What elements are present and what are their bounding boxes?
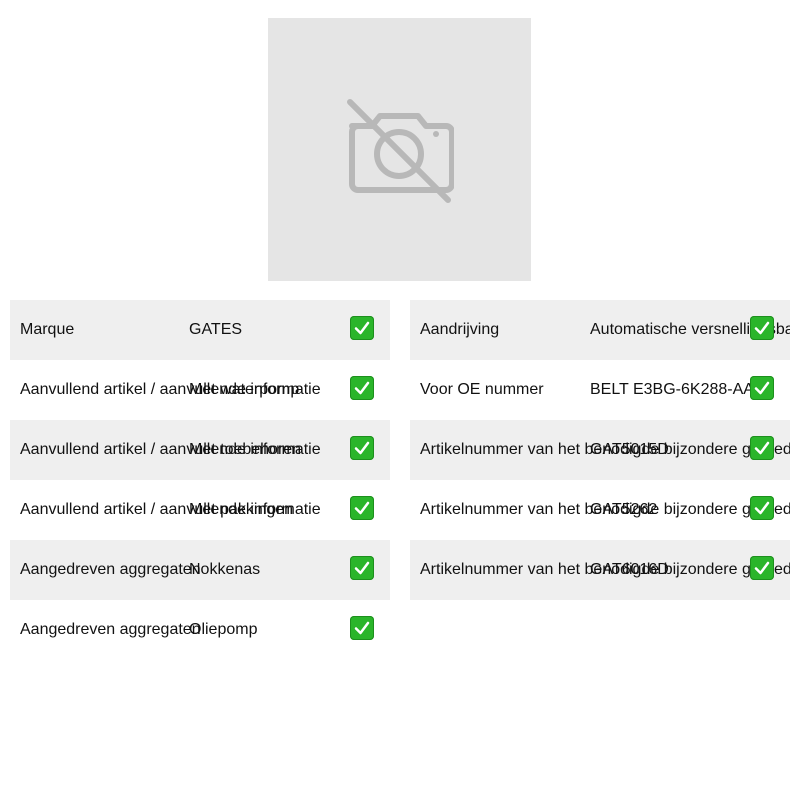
check-icon bbox=[350, 496, 374, 520]
spec-label: Marque bbox=[20, 321, 75, 338]
spec-label: Aangedreven aggregaten bbox=[20, 561, 201, 578]
spec-value: Met waterpomp bbox=[189, 381, 300, 398]
check-icon bbox=[350, 376, 374, 400]
check-icon bbox=[750, 496, 774, 520]
spec-row: Aangedreven aggregaten Nokkenas bbox=[10, 540, 390, 600]
check-icon bbox=[350, 316, 374, 340]
check-icon bbox=[750, 376, 774, 400]
spec-value: BELT E3BG-6K288-AA bbox=[590, 381, 754, 398]
spec-label: Voor OE nummer bbox=[420, 381, 544, 398]
spec-row: Aanvullend artikel / aanvullende informa… bbox=[10, 480, 390, 540]
spec-row: Artikelnummer van het benodigde bijzonde… bbox=[410, 480, 790, 540]
check-icon bbox=[350, 556, 374, 580]
spec-value: GATES bbox=[189, 321, 243, 338]
spec-value: Nokkenas bbox=[189, 561, 261, 578]
spec-value: Met pakkingen bbox=[189, 501, 294, 518]
check-icon bbox=[350, 616, 374, 640]
check-icon bbox=[750, 436, 774, 460]
spec-value: Met toebehoren bbox=[189, 441, 302, 458]
spec-label: Aandrijving bbox=[420, 321, 500, 338]
check-icon bbox=[750, 556, 774, 580]
spec-table-left: Marque GATES Aanvullend artikel / aanvul… bbox=[10, 300, 390, 660]
spec-row: Artikelnummer van het benodigde bijzonde… bbox=[410, 420, 790, 480]
spec-value: GAT5015D bbox=[590, 441, 669, 458]
spec-row: Artikelnummer van het benodigde bijzonde… bbox=[410, 540, 790, 600]
spec-value: GAT6016D bbox=[590, 561, 669, 578]
spec-row: Marque GATES bbox=[10, 300, 390, 360]
spec-value: Oliepomp bbox=[189, 621, 258, 638]
spec-row: Voor OE nummer BELT E3BG-6K288-AA bbox=[410, 360, 790, 420]
spec-value: GAT5262 bbox=[590, 501, 658, 518]
spec-row: Aanvullend artikel / aanvullende informa… bbox=[10, 360, 390, 420]
spec-table-right: Aandrijving Automatische versnellingsbak… bbox=[410, 300, 790, 600]
check-icon bbox=[750, 316, 774, 340]
spec-row: Aandrijving Automatische versnellingsbak bbox=[410, 300, 790, 360]
spec-label: Aangedreven aggregaten bbox=[20, 621, 201, 638]
no-camera-icon bbox=[347, 99, 454, 203]
check-icon bbox=[350, 436, 374, 460]
spec-row: Aanvullend artikel / aanvullende informa… bbox=[10, 420, 390, 480]
product-image-placeholder bbox=[268, 18, 531, 281]
spec-row: Aangedreven aggregaten Oliepomp bbox=[10, 600, 390, 660]
